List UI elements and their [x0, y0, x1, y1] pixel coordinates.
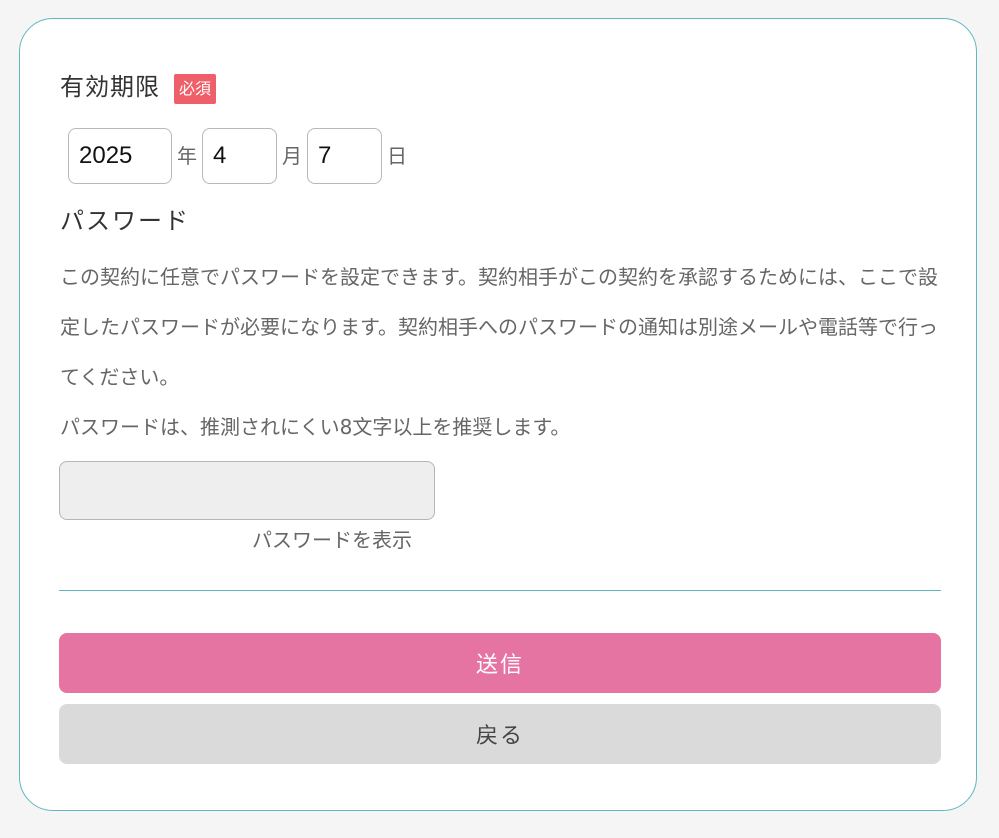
month-unit: 月 — [282, 144, 302, 168]
password-description-text: この契約に任意でパスワードを設定できます。契約相手がこの契約を承認するためには、… — [60, 265, 938, 389]
password-description: この契約に任意でパスワードを設定できます。契約相手がこの契約を承認するためには、… — [60, 252, 940, 452]
expiry-header: 有効期限 必須 — [60, 69, 217, 105]
month-input[interactable] — [202, 128, 277, 184]
required-badge: 必須 — [174, 74, 217, 104]
show-password-toggle[interactable]: パスワードを表示 — [252, 525, 412, 555]
password-input[interactable] — [59, 461, 435, 520]
password-title: パスワード — [60, 207, 190, 235]
divider — [59, 590, 941, 591]
day-input[interactable] — [307, 128, 382, 184]
year-input[interactable] — [68, 128, 172, 184]
year-unit: 年 — [177, 144, 197, 168]
back-button[interactable]: 戻る — [59, 704, 941, 764]
form-card: 有効期限 必須 年 月 日 パスワード この契約に任意でパスワードを設定できます… — [19, 18, 977, 811]
password-recommendation-text: パスワードは、推測されにくい8文字以上を推奨します。 — [60, 415, 571, 439]
expiry-date-row: 年 月 日 — [68, 128, 412, 184]
submit-button[interactable]: 送信 — [59, 633, 941, 693]
day-unit: 日 — [387, 144, 407, 168]
expiry-title: 有効期限 — [60, 73, 160, 101]
